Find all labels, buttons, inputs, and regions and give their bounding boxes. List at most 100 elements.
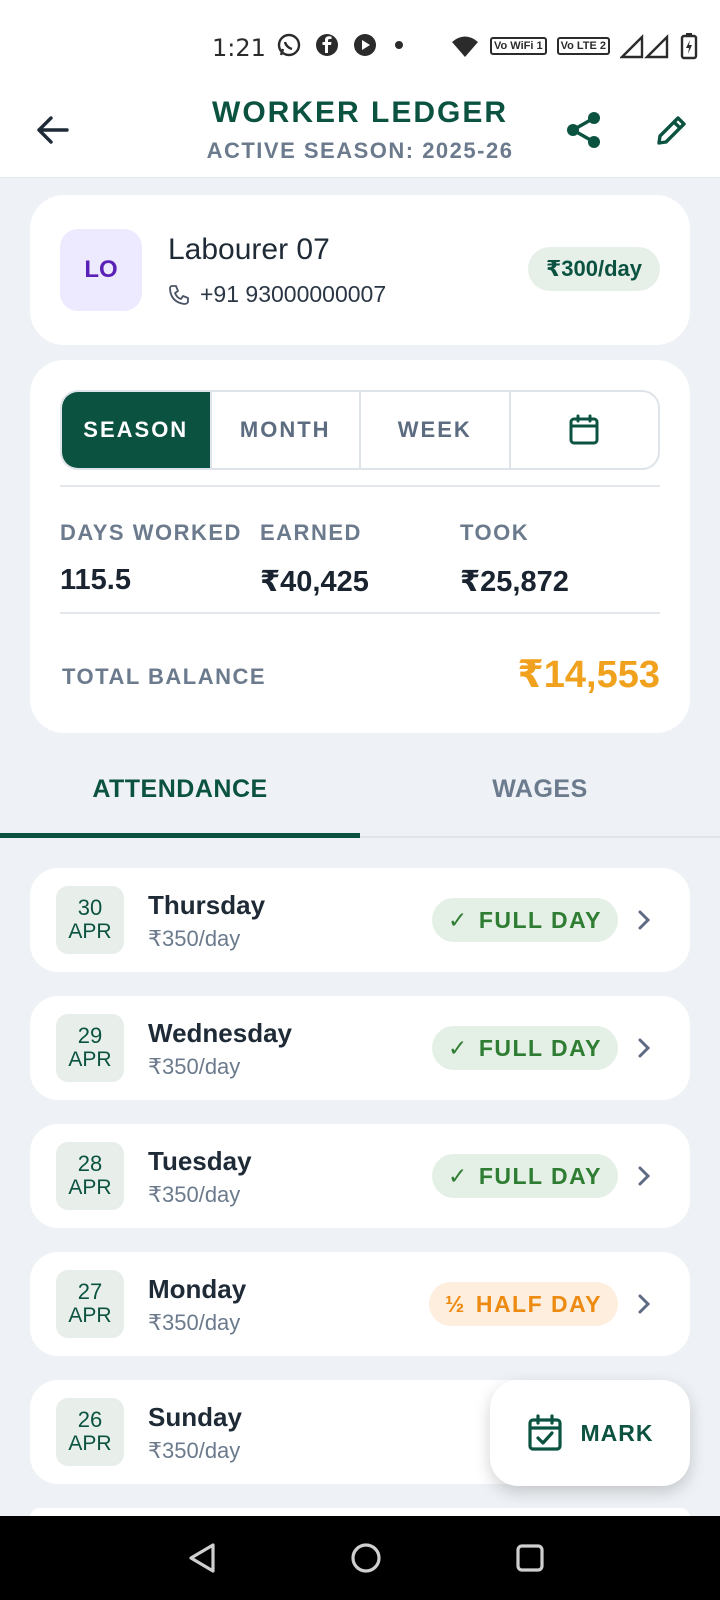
earned-label: EARNED [260, 520, 362, 545]
worker-name: Labourer 07 [168, 233, 330, 266]
date-chip: 30 APR [56, 886, 124, 954]
avatar: LO [60, 229, 142, 311]
row-rate: ₹350/day [148, 1438, 241, 1463]
date-month: APR [68, 1048, 112, 1071]
attendance-row[interactable]: 29 APR Wednesday ₹350/day ✓ FULL DAY [30, 996, 690, 1100]
date-month: APR [68, 1432, 112, 1455]
status-label: FULL DAY [478, 1034, 602, 1061]
divider [60, 612, 660, 614]
weekday: Tuesday [148, 1146, 252, 1176]
triangle-back-icon [189, 1543, 215, 1573]
stat-took: TOOK ₹25,872 [460, 520, 569, 599]
check-icon: ✓ [448, 906, 469, 933]
earned-value: ₹40,425 [260, 566, 369, 598]
weekday: Sunday [148, 1402, 242, 1432]
date-month: APR [68, 1176, 112, 1199]
battery-icon [680, 33, 698, 60]
date-day: 30 [77, 895, 103, 920]
half-icon: ½ [445, 1290, 466, 1317]
period-tab-season[interactable]: SEASON [62, 392, 212, 468]
chevron-right-icon [632, 1292, 656, 1316]
square-recents-icon [516, 1544, 544, 1572]
page-title: WORKER LEDGER [212, 96, 508, 129]
date-chip: 28 APR [56, 1142, 124, 1210]
date-chip: 29 APR [56, 1014, 124, 1082]
period-tab-month[interactable]: MONTH [212, 392, 361, 468]
tab-attendance[interactable]: ATTENDANCE [0, 740, 360, 838]
took-label: TOOK [460, 520, 530, 545]
weekday: Monday [148, 1274, 247, 1304]
status-label: FULL DAY [478, 1162, 602, 1189]
wifi-icon [452, 36, 478, 57]
period-tab-calendar[interactable] [511, 392, 659, 468]
daily-rate-badge: ₹300/day [527, 247, 660, 291]
attendance-row[interactable]: 30 APR Thursday ₹350/day ✓ FULL DAY [30, 868, 690, 972]
chevron-right-icon [632, 1164, 656, 1188]
days-worked-label: DAYS WORKED [60, 520, 242, 545]
worker-profile-card: LO Labourer 07 +91 93000000007 ₹300/day [30, 195, 690, 345]
app-header: WORKER LEDGER ACTIVE SEASON: 2025-26 [0, 86, 720, 178]
calendar-check-icon [527, 1414, 562, 1451]
nav-home-button[interactable] [344, 1536, 388, 1580]
date-chip: 26 APR [56, 1398, 124, 1466]
system-icons: Vo WiFi 1 Vo LTE 2 [450, 32, 698, 60]
total-balance-value: ₹14,553 [517, 654, 660, 696]
phone-row[interactable]: +91 93000000007 [168, 281, 386, 308]
status-bar: 1:21 Vo WiFi 1 Vo LTE 2 [0, 0, 720, 86]
pencil-icon [657, 116, 686, 145]
period-tab-week[interactable]: WEEK [361, 392, 511, 468]
calendar-icon [569, 414, 599, 445]
period-selector: SEASON MONTH WEEK [60, 390, 660, 470]
date-day: 27 [77, 1279, 103, 1304]
stat-earned: EARNED ₹40,425 [260, 520, 369, 599]
share-button[interactable] [560, 106, 608, 154]
circle-home-icon [351, 1543, 381, 1573]
status-badge: ✓ FULL DAY [432, 1154, 618, 1198]
whatsapp-icon [277, 33, 301, 57]
active-season-label: ACTIVE SEASON: 2025-26 [206, 138, 514, 163]
notification-icons [276, 32, 408, 58]
date-day: 29 [77, 1023, 103, 1048]
row-rate: ₹350/day [148, 926, 241, 951]
status-badge: ✓ FULL DAY [432, 1026, 618, 1070]
tab-wages[interactable]: WAGES [360, 740, 720, 838]
edit-button[interactable] [648, 106, 696, 154]
facebook-icon [316, 34, 338, 56]
active-tab-indicator [0, 833, 360, 838]
signal-icon [620, 34, 669, 59]
mark-attendance-button[interactable]: MARK [490, 1380, 690, 1486]
nav-recents-button[interactable] [508, 1536, 552, 1580]
youtube-icon [354, 34, 376, 56]
share-icon [567, 112, 600, 148]
system-nav-bar [0, 1516, 720, 1600]
check-icon: ✓ [448, 1162, 469, 1189]
status-time: 1:21 [212, 34, 266, 62]
row-rate: ₹350/day [148, 1054, 241, 1079]
stat-days-worked: DAYS WORKED 115.5 [60, 520, 242, 597]
row-rate: ₹350/day [148, 1182, 241, 1207]
check-icon: ✓ [448, 1034, 469, 1061]
chevron-right-icon [632, 908, 656, 932]
volte-wifi-badge: Vo WiFi 1 [490, 37, 547, 55]
dot-icon [395, 41, 403, 49]
date-month: APR [68, 1304, 112, 1327]
attendance-row[interactable]: 28 APR Tuesday ₹350/day ✓ FULL DAY [30, 1124, 690, 1228]
divider [60, 485, 660, 487]
status-label: HALF DAY [475, 1290, 602, 1317]
volte-lte-badge: Vo LTE 2 [556, 37, 611, 55]
mark-button-label: MARK [580, 1419, 654, 1446]
nav-back-button[interactable] [180, 1536, 224, 1580]
ledger-tabs: ATTENDANCE WAGES [0, 740, 720, 838]
date-chip: 27 APR [56, 1270, 124, 1338]
chevron-right-icon [632, 1036, 656, 1060]
date-month: APR [68, 920, 112, 943]
weekday: Wednesday [148, 1018, 293, 1048]
date-day: 26 [77, 1407, 103, 1432]
phone-icon [169, 284, 189, 305]
summary-card: SEASON MONTH WEEK DAYS WORKED 115.5 EARN… [30, 360, 690, 733]
attendance-row[interactable]: 27 APR Monday ₹350/day ½ HALF DAY [30, 1252, 690, 1356]
status-badge: ✓ FULL DAY [432, 898, 618, 942]
total-balance-label: TOTAL BALANCE [62, 664, 267, 689]
status-label: FULL DAY [478, 906, 602, 933]
weekday: Thursday [148, 890, 266, 920]
